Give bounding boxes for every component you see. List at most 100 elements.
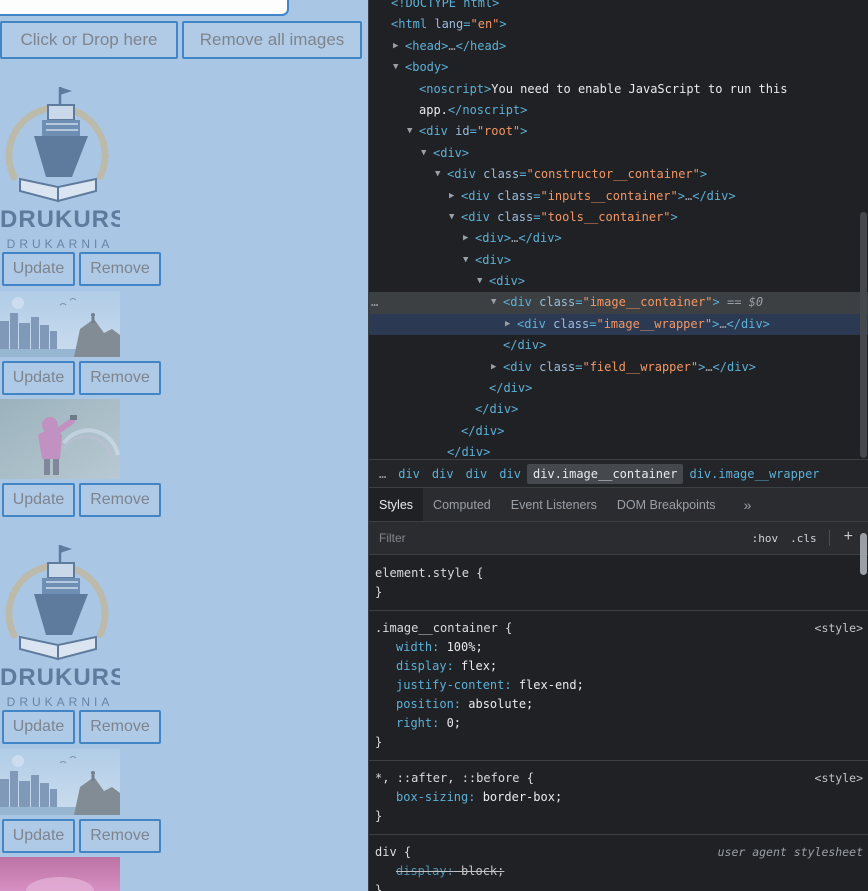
css-selector[interactable]: element.style bbox=[375, 566, 469, 580]
breadcrumb-item[interactable]: … bbox=[373, 464, 392, 484]
dom-node[interactable]: ▼ <div> bbox=[369, 271, 868, 292]
collapse-icon[interactable]: ▼ bbox=[491, 292, 503, 313]
collapse-icon[interactable]: ▼ bbox=[407, 121, 419, 142]
remove-button[interactable]: Remove bbox=[79, 483, 161, 517]
tab-computed[interactable]: Computed bbox=[423, 488, 501, 522]
node-text: = bbox=[469, 124, 477, 139]
node-text: </div> bbox=[692, 188, 736, 203]
dom-node[interactable]: ▶ <div class="inputs__container">…</div> bbox=[369, 186, 868, 207]
dom-node[interactable]: ▼ <div> bbox=[369, 250, 868, 271]
dom-node[interactable]: </div> bbox=[369, 421, 868, 442]
breadcrumb: … div div div div div.image__container div.ima… bbox=[369, 459, 868, 488]
breadcrumb-item[interactable]: div.image__wrapper bbox=[683, 464, 825, 484]
more-tabs-icon[interactable]: » bbox=[734, 488, 762, 522]
css-property[interactable]: justify-content: flex-end; bbox=[375, 676, 863, 695]
node-text: "constructor__container" bbox=[526, 167, 700, 182]
node-text: </div> bbox=[518, 231, 562, 246]
remove-all-images-button[interactable]: Remove all images bbox=[182, 21, 362, 59]
expand-icon[interactable]: ▶ bbox=[505, 314, 517, 335]
styles-scrollbar-thumb[interactable] bbox=[860, 533, 867, 575]
tab-event-listeners[interactable]: Event Listeners bbox=[501, 488, 607, 522]
gallery-image-city bbox=[0, 749, 120, 815]
styles-filter-input[interactable] bbox=[377, 530, 746, 546]
css-property[interactable]: display: block; bbox=[375, 862, 863, 881]
dom-node[interactable]: </div> bbox=[369, 399, 868, 420]
dom-node[interactable]: </div> bbox=[369, 335, 868, 356]
upload-toolbar: Click or Drop here Remove all images bbox=[0, 21, 368, 59]
tab-dom-breakpoints[interactable]: DOM Breakpoints bbox=[607, 488, 726, 522]
node-text: "root" bbox=[476, 124, 521, 139]
breadcrumb-item[interactable]: div.image__container bbox=[526, 464, 684, 484]
stylesheet-origin-link[interactable]: <style> bbox=[815, 619, 863, 638]
collapse-icon[interactable]: ▼ bbox=[421, 143, 433, 164]
dom-node[interactable]: </div> bbox=[369, 442, 868, 459]
dom-node[interactable]: <noscript>You need to enable JavaScript … bbox=[369, 79, 868, 100]
elements-scrollbar-thumb[interactable] bbox=[860, 212, 867, 458]
dom-node[interactable]: ▼ <div class="constructor__container"> bbox=[369, 164, 868, 185]
node-text: class bbox=[483, 167, 520, 182]
update-button[interactable]: Update bbox=[2, 819, 75, 853]
dom-node[interactable]: <!DOCTYPE html> bbox=[369, 0, 868, 14]
dom-node[interactable]: ▼ <div class="tools__container"> bbox=[369, 207, 868, 228]
update-button[interactable]: Update bbox=[2, 710, 75, 744]
stylesheet-origin-link[interactable]: <style> bbox=[815, 769, 863, 788]
update-button[interactable]: Update bbox=[2, 252, 75, 286]
gallery-image-ship-logo: DRUKURS DRUKARNIA bbox=[0, 519, 120, 706]
stylesheet-origin-link: user agent stylesheet bbox=[717, 845, 863, 859]
update-button[interactable]: Update bbox=[2, 483, 75, 517]
dom-node[interactable]: ▶ <div>…</div> bbox=[369, 228, 868, 249]
update-button[interactable]: Update bbox=[2, 361, 75, 395]
breadcrumb-item[interactable]: div bbox=[493, 464, 527, 484]
expand-icon[interactable]: ▶ bbox=[491, 357, 503, 378]
css-selector[interactable]: div bbox=[375, 845, 397, 859]
css-property[interactable]: width: 100%; bbox=[375, 638, 863, 657]
remove-button[interactable]: Remove bbox=[79, 252, 161, 286]
node-text: "inputs__container" bbox=[540, 188, 678, 203]
dom-node[interactable]: ▶ <div class="image__wrapper">…</div> bbox=[369, 313, 868, 336]
node-menu-icon[interactable]: … bbox=[371, 292, 378, 313]
logo-subtitle: DRUKARNIA bbox=[6, 237, 114, 248]
collapse-icon[interactable]: ▼ bbox=[463, 250, 475, 271]
css-selector[interactable]: *, ::after, ::before bbox=[375, 771, 520, 785]
remove-button[interactable]: Remove bbox=[79, 361, 161, 395]
image-actions-row: Update Remove bbox=[2, 361, 368, 395]
dom-node[interactable]: ▶ <div class="field__wrapper">…</div> bbox=[369, 357, 868, 378]
dom-node[interactable]: ▼ <div id="root"> bbox=[369, 121, 868, 142]
node-text: "image__wrapper" bbox=[596, 317, 713, 332]
dom-node[interactable]: ▼ <body> bbox=[369, 57, 868, 78]
remove-button[interactable]: Remove bbox=[79, 819, 161, 853]
collapse-icon[interactable]: ▼ bbox=[477, 271, 489, 292]
breadcrumb-item[interactable]: div bbox=[392, 464, 426, 484]
expand-icon[interactable]: ▶ bbox=[449, 186, 461, 207]
dom-node[interactable]: … ▼ <div class="image__container"> == $0 bbox=[369, 292, 868, 314]
cls-toggle[interactable]: .cls bbox=[784, 529, 823, 548]
dom-node[interactable]: </div> bbox=[369, 378, 868, 399]
dom-node[interactable]: ▶ <head>…</head> bbox=[369, 36, 868, 57]
css-property[interactable]: box-sizing: border-box; bbox=[375, 788, 863, 807]
tab-styles[interactable]: Styles bbox=[369, 488, 424, 522]
remove-button[interactable]: Remove bbox=[79, 710, 161, 744]
node-text: <div> bbox=[475, 231, 512, 246]
breadcrumb-item[interactable]: div bbox=[460, 464, 494, 484]
css-property[interactable]: right: 0; bbox=[375, 714, 863, 733]
expand-icon[interactable]: ▶ bbox=[393, 36, 405, 57]
css-property[interactable]: position: absolute; bbox=[375, 695, 863, 714]
click-or-drop-button[interactable]: Click or Drop here bbox=[0, 21, 178, 59]
hov-toggle[interactable]: :hov bbox=[746, 529, 785, 548]
collapse-icon[interactable]: ▼ bbox=[449, 207, 461, 228]
breadcrumb-item[interactable]: div bbox=[426, 464, 460, 484]
dollar-zero-marker: == $0 bbox=[719, 295, 764, 310]
new-style-rule-button[interactable]: + bbox=[836, 528, 861, 548]
logo-title: DRUKURS bbox=[0, 664, 120, 691]
node-text: app. bbox=[419, 102, 448, 117]
css-property[interactable]: display: flex; bbox=[375, 657, 863, 676]
node-text: … bbox=[705, 359, 713, 374]
css-selector[interactable]: .image__container bbox=[375, 621, 498, 635]
dom-node[interactable]: <html lang="en"> bbox=[369, 14, 868, 35]
upload-input-partial[interactable] bbox=[0, 0, 289, 16]
dom-node[interactable]: ▼ <div> bbox=[369, 143, 868, 164]
dom-node[interactable]: app.</noscript> bbox=[369, 100, 868, 121]
collapse-icon[interactable]: ▼ bbox=[435, 164, 447, 185]
collapse-icon[interactable]: ▼ bbox=[393, 57, 405, 78]
expand-icon[interactable]: ▶ bbox=[463, 228, 475, 249]
